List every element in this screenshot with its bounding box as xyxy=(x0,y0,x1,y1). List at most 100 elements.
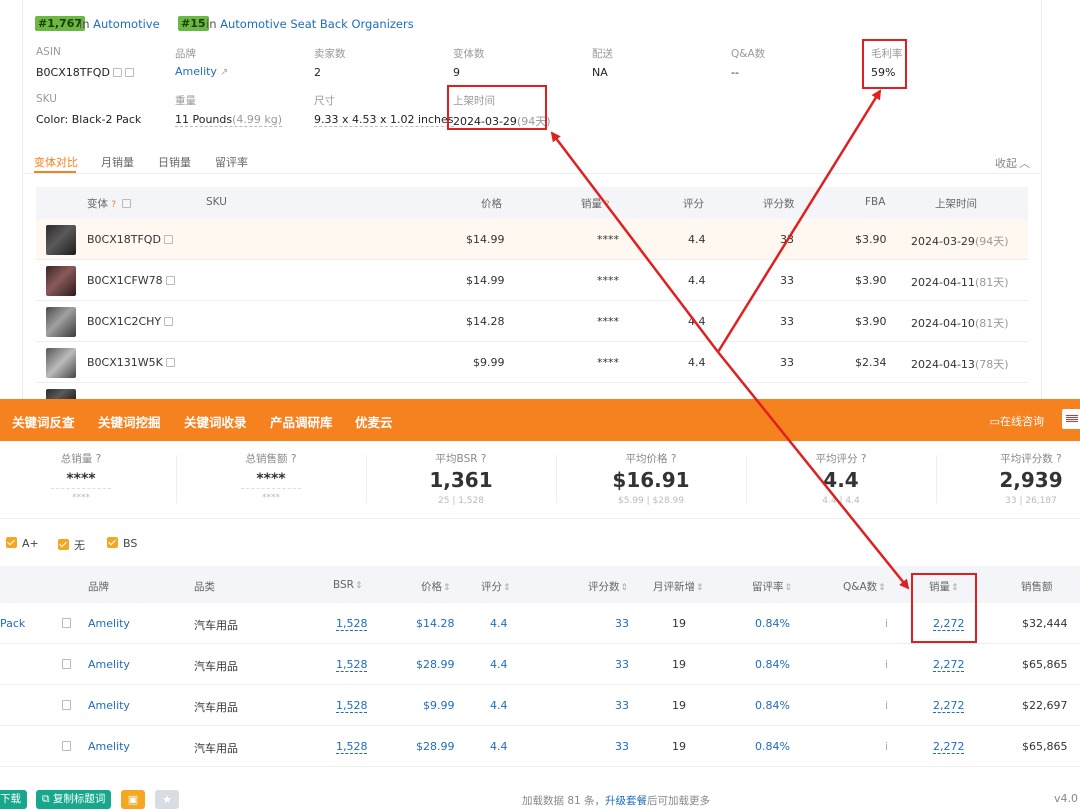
external-link-icon[interactable]: ↗ xyxy=(220,67,228,78)
nav-keyword-mining[interactable]: 关键词挖掘 xyxy=(98,412,161,431)
copy-title-words-button[interactable]: ⧉ 复制标题词 xyxy=(36,790,112,809)
variant-asin-text[interactable]: B0CX131W5K xyxy=(87,356,163,369)
col-reviews-label[interactable]: 评分数 xyxy=(588,581,620,593)
document-icon[interactable] xyxy=(62,700,71,710)
product-bsr[interactable]: 1,528 xyxy=(336,658,368,671)
brand-text[interactable]: Amelity xyxy=(175,65,217,78)
help-icon[interactable]: ? xyxy=(861,453,867,465)
product-bsr[interactable]: 1,528 xyxy=(336,617,368,630)
col-qa-sortable[interactable]: Q&A数⇕ xyxy=(843,579,886,594)
filter-none-checkbox[interactable]: 无 xyxy=(58,537,85,553)
col-rating-label[interactable]: 评分 xyxy=(481,581,502,593)
rank-sub-category[interactable]: Automotive Seat Back Organizers xyxy=(220,17,414,31)
product-brand[interactable]: Amelity xyxy=(88,617,130,630)
variant-asin[interactable]: B0CX1CFW78 xyxy=(87,274,175,287)
copy-icon[interactable] xyxy=(165,276,175,285)
copy-icon[interactable] xyxy=(164,317,174,326)
help-icon[interactable]: ? xyxy=(96,453,102,465)
variant-asin-text[interactable]: B0CX18TFQD xyxy=(87,233,161,246)
col-rating-sortable[interactable]: 评分⇕ xyxy=(481,579,511,594)
product-row[interactable]: Amelity 汽车用品 1,528 $28.99 4.4 33 19 0.84… xyxy=(0,726,1080,767)
col-bsr-sortable[interactable]: BSR⇕ xyxy=(333,579,363,591)
us-flag-icon[interactable] xyxy=(1062,409,1080,429)
image-button[interactable]: ▣ xyxy=(121,790,145,809)
col-qa-label[interactable]: Q&A数 xyxy=(843,581,877,593)
sort-icon[interactable]: ⇕ xyxy=(355,581,363,591)
variant-asin[interactable]: B0CX131W5K xyxy=(87,356,175,369)
nav-youmaiyun[interactable]: 优麦云 xyxy=(355,412,393,431)
rank-main[interactable]: in Automotive xyxy=(79,17,160,31)
product-row[interactable]: Amelity 汽车用品 1,528 $28.99 4.4 33 19 0.84… xyxy=(0,644,1080,685)
product-brand[interactable]: Amelity xyxy=(88,699,130,712)
variant-row[interactable]: B0CX18TFQD $14.99 **** 4.4 33 $3.90 2024… xyxy=(36,219,1028,260)
download-button[interactable]: 下载 xyxy=(0,790,27,809)
filter-bs-checkbox[interactable]: BS xyxy=(107,537,137,550)
copy-icon[interactable] xyxy=(122,199,132,208)
online-consult-label[interactable]: 在线咨询 xyxy=(1000,415,1044,428)
checkbox-checked-icon[interactable] xyxy=(107,537,118,548)
online-consult-button[interactable]: ▭在线咨询 xyxy=(990,413,1044,429)
variant-row[interactable]: B0CX1CFW78 $14.99 **** 4.4 33 $3.90 2024… xyxy=(36,260,1028,301)
product-sales[interactable]: 2,272 xyxy=(933,658,965,671)
sort-icon[interactable]: ⇕ xyxy=(785,583,793,593)
tab-variant-compare[interactable]: 变体对比 xyxy=(34,154,78,170)
col-monthly-new-label[interactable]: 月评新增 xyxy=(653,581,695,593)
brand-value[interactable]: Amelity ↗ xyxy=(175,65,228,78)
help-icon[interactable]: ? xyxy=(1056,453,1062,465)
product-row[interactable]: Amelity 汽车用品 1,528 $9.99 4.4 33 19 0.84%… xyxy=(0,685,1080,726)
checkbox-checked-icon[interactable] xyxy=(58,539,69,550)
collapse-label[interactable]: 收起 xyxy=(995,157,1017,170)
nav-product-research[interactable]: 产品调研库 xyxy=(270,412,333,431)
variant-row[interactable]: B0CX1C2CHY $14.28 **** 4.4 33 $3.90 2024… xyxy=(36,301,1028,342)
col-price-sortable[interactable]: 价格⇕ xyxy=(421,579,451,594)
help-icon[interactable]: ? xyxy=(111,200,116,210)
sort-icon[interactable]: ⇕ xyxy=(621,583,629,593)
rank-main-category[interactable]: Automotive xyxy=(93,17,160,31)
copy-title-words-label[interactable]: 复制标题词 xyxy=(53,793,106,805)
favorite-button[interactable]: ★ xyxy=(155,790,179,809)
collapse-button[interactable]: 收起 ︿ xyxy=(995,155,1030,171)
product-sales[interactable]: 2,272 xyxy=(933,740,965,753)
help-icon[interactable]: ? xyxy=(671,453,677,465)
sort-icon[interactable]: ⇕ xyxy=(503,583,511,593)
rank-sub[interactable]: in Automotive Seat Back Organizers xyxy=(206,17,414,31)
nav-keyword-reverse[interactable]: 关键词反查 xyxy=(12,412,75,431)
product-brand[interactable]: Amelity xyxy=(88,740,130,753)
col-review-rate-label[interactable]: 留评率 xyxy=(752,581,784,593)
tab-monthly-sales[interactable]: 月销量 xyxy=(101,154,134,170)
upgrade-plan-link[interactable]: 升级套餐 xyxy=(605,795,647,807)
document-icon[interactable] xyxy=(62,741,71,751)
copy-icon[interactable] xyxy=(165,358,175,367)
nav-keyword-index[interactable]: 关键词收录 xyxy=(184,412,247,431)
checkbox-checked-icon[interactable] xyxy=(6,537,17,548)
product-bsr[interactable]: 1,528 xyxy=(336,699,368,712)
document-icon[interactable] xyxy=(62,659,71,669)
tab-review-rate[interactable]: 留评率 xyxy=(215,154,248,170)
help-icon[interactable]: ? xyxy=(291,453,297,465)
col-bsr-label[interactable]: BSR xyxy=(333,579,354,591)
filter-aplus-checkbox[interactable]: A+ xyxy=(6,537,39,550)
product-sales[interactable]: 2,272 xyxy=(933,699,965,712)
help-icon[interactable]: ? xyxy=(602,200,610,210)
product-brand[interactable]: Amelity xyxy=(88,658,130,671)
variant-asin[interactable]: B0CX1C2CHY xyxy=(87,315,174,328)
variant-asin-text[interactable]: B0CX1CFW78 xyxy=(87,274,163,287)
col-review-rate-sortable[interactable]: 留评率⇕ xyxy=(752,579,792,594)
copy-icon[interactable] xyxy=(163,235,173,244)
product-title-fragment[interactable]: Pack xyxy=(0,617,25,630)
col-reviews-sortable[interactable]: 评分数⇕ xyxy=(588,579,628,594)
sort-icon[interactable]: ⇕ xyxy=(443,583,451,593)
document-icon[interactable] xyxy=(62,618,71,628)
copy-icon[interactable] xyxy=(112,68,122,77)
sort-icon[interactable]: ⇕ xyxy=(878,583,886,593)
variant-row[interactable]: B0CX131W5K $9.99 **** 4.4 33 $2.34 2024-… xyxy=(36,342,1028,383)
variant-asin-text[interactable]: B0CX1C2CHY xyxy=(87,315,161,328)
variant-asin[interactable]: B0CX18TFQD xyxy=(87,233,173,246)
tab-daily-sales[interactable]: 日销量 xyxy=(158,154,191,170)
col-monthly-new-sortable[interactable]: 月评新增⇕ xyxy=(653,579,704,594)
help-icon[interactable]: ? xyxy=(481,453,487,465)
copy-icon[interactable] xyxy=(124,68,134,77)
product-bsr[interactable]: 1,528 xyxy=(336,740,368,753)
sort-icon[interactable]: ⇕ xyxy=(696,583,704,593)
col-price-label[interactable]: 价格 xyxy=(421,581,442,593)
